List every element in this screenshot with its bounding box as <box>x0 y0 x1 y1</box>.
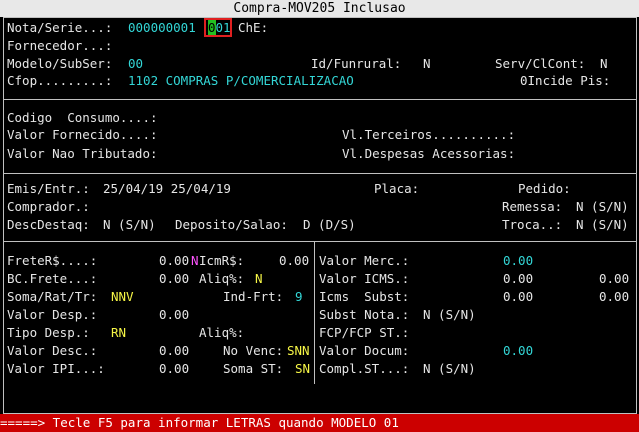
emis-entr-field[interactable]: 25/04/19 25/04/19 <box>103 181 231 197</box>
valor-merc-field[interactable]: 0.00 <box>503 253 533 269</box>
servclcont-label: Serv/ClCont: <box>495 56 586 71</box>
nota-serie-label: Nota/Serie...: <box>7 20 113 35</box>
icms-subst-label: Icms Subst: <box>319 289 410 304</box>
vl-terceiros-label: Vl.Terceiros..........: <box>342 127 516 142</box>
valor-docum-label: Valor Docum: <box>319 343 410 358</box>
comprador-label: Comprador.: <box>7 199 90 214</box>
icms-subst-field-2[interactable]: 0.00 <box>599 289 629 305</box>
fcp-label: FCP/FCP ST.: <box>319 325 410 340</box>
descdestaq-field[interactable]: N (S/N) <box>103 217 156 233</box>
frete-field[interactable]: 0.00 <box>159 253 189 269</box>
nota-number-field[interactable]: 000000001 <box>128 20 196 36</box>
incide-pis-label: 0Incide Pis: <box>520 73 611 88</box>
novenc-field[interactable]: SNN <box>287 343 310 359</box>
cfop-field[interactable]: 1102 COMPRAS P/COMERCIALIZACAO <box>128 73 354 89</box>
valor-ipi-label: Valor IPI...: <box>7 361 105 376</box>
compl-st-label: Compl.ST...: <box>319 361 410 376</box>
servclcont-field[interactable]: N <box>600 56 608 72</box>
valor-desp-field[interactable]: 0.00 <box>159 307 189 323</box>
valor-docum-field[interactable]: 0.00 <box>503 343 533 359</box>
valor-icms-label: Valor ICMS.: <box>319 271 410 286</box>
valor-fornecido-label: Valor Fornecido....: <box>7 127 158 142</box>
frete-label: FreteR$....: <box>7 253 98 268</box>
status-bar-message: =====> Tecle F5 para informar LETRAS qua… <box>0 414 639 432</box>
vl-despesas-label: Vl.Despesas Acessorias: <box>342 146 516 161</box>
idfunrural-field[interactable]: N <box>423 56 431 72</box>
bcfrete-label: BC.Frete...: <box>7 271 98 286</box>
remessa-label: Remessa: <box>502 199 563 214</box>
codigo-consumo-label: Codigo Consumo....: <box>7 110 158 125</box>
icmr-field[interactable]: 0.00 <box>279 253 309 269</box>
che-label: ChE: <box>238 20 269 35</box>
valor-merc-label: Valor Merc.: <box>319 253 410 268</box>
aliq-field[interactable]: N <box>255 271 263 287</box>
placa-label: Placa: <box>374 181 420 196</box>
divider-header <box>3 99 636 100</box>
indfrt-label: Ind-Frt: <box>223 289 284 304</box>
window-title: Compra-MOV205 Inclusao <box>0 0 639 17</box>
aliq2-label: Aliq%: <box>199 325 245 340</box>
modelo-field[interactable]: 00 <box>128 56 143 72</box>
divider-panels <box>314 241 315 384</box>
icms-subst-field[interactable]: 0.00 <box>503 289 533 305</box>
soma-label: Soma/Rat/Tr: <box>7 289 98 304</box>
valor-icms-field[interactable]: 0.00 <box>503 271 533 287</box>
remessa-field[interactable]: N (S/N) <box>576 199 629 215</box>
serie-field[interactable]: 001 <box>208 20 231 36</box>
fornecedor-label: Fornecedor...: <box>7 38 113 53</box>
subst-nota-label: Subst Nota.: <box>319 307 410 322</box>
novenc-label: No Venc: <box>223 343 284 358</box>
frete-flag[interactable]: N <box>191 253 199 269</box>
somast-label: Soma ST: <box>223 361 284 376</box>
indfrt-field[interactable]: 9 <box>295 289 303 305</box>
divider-dates <box>3 241 636 242</box>
valor-icms-field-2[interactable]: 0.00 <box>599 271 629 287</box>
valor-ipi-field[interactable]: 0.00 <box>159 361 189 377</box>
valor-desp-label: Valor Desp.: <box>7 307 98 322</box>
bcfrete-field[interactable]: 0.00 <box>159 271 189 287</box>
soma-field[interactable]: NNV <box>111 289 134 305</box>
cfop-label: Cfop.........: <box>7 73 113 88</box>
emis-entr-label: Emis/Entr.: <box>7 181 90 196</box>
subst-nota-field[interactable]: N (S/N) <box>423 307 476 323</box>
serie-value: 01 <box>215 20 231 35</box>
valor-nao-tributado-label: Valor Nao Tributado: <box>7 146 158 161</box>
descdestaq-label: DescDestaq: <box>7 217 90 232</box>
icmr-label: IcmR$: <box>199 253 245 268</box>
aliq-label: Aliq%: <box>199 271 245 286</box>
compl-st-field[interactable]: N (S/N) <box>423 361 476 377</box>
modelo-label: Modelo/SubSer: <box>7 56 113 71</box>
somast-field[interactable]: SN <box>295 361 310 377</box>
valor-desc-label: Valor Desc.: <box>7 343 98 358</box>
troca-field[interactable]: N (S/N) <box>576 217 629 233</box>
deposito-label: Deposito/Salao: <box>175 217 288 232</box>
divider-values <box>3 173 636 174</box>
deposito-field[interactable]: D (D/S) <box>303 217 356 233</box>
troca-label: Troca..: <box>502 217 563 232</box>
idfunrural-label: Id/Funrural: <box>311 56 402 71</box>
valor-desc-field[interactable]: 0.00 <box>159 343 189 359</box>
pedido-label: Pedido: <box>518 181 571 196</box>
tipo-desp-field[interactable]: RN <box>111 325 126 341</box>
tipo-desp-label: Tipo Desp.: <box>7 325 90 340</box>
text-cursor: 0 <box>208 20 216 35</box>
